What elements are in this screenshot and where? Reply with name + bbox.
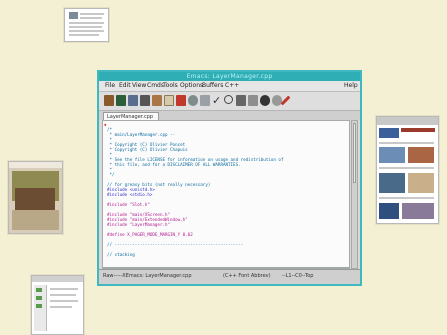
buffer-tab-bar: LayerManager.cpp [99, 111, 360, 120]
window-title: Emacs: LayerManager.cpp [186, 73, 273, 80]
code-line: * Copyright (C) Olivier Chapuis [107, 147, 188, 152]
window-thumbnail-photo[interactable] [8, 161, 63, 234]
undo-icon[interactable] [188, 95, 198, 106]
code-line: // -------------------------------------… [107, 242, 244, 247]
menu-cpp[interactable]: C++ [225, 81, 239, 91]
menu-view[interactable]: View [132, 81, 146, 91]
search-icon[interactable]: ✓ [212, 95, 222, 106]
menu-cmds[interactable]: Cmds [147, 81, 164, 91]
open-icon[interactable] [104, 95, 114, 106]
code-line: */ [107, 172, 115, 177]
thumbnail-image [69, 12, 78, 19]
spell-icon[interactable] [200, 95, 210, 106]
replace-icon[interactable] [224, 95, 233, 104]
buffer-tab-layermanager[interactable]: LayerManager.cpp [103, 112, 159, 120]
save-icon[interactable] [128, 95, 138, 106]
menu-bar: File Edit View Cmds Tools Options Buffer… [99, 81, 360, 92]
code-line: #define X_PAGER_MODE_MARGIN_Y 0.02 [107, 232, 193, 237]
code-line: #include <stdio.h> [107, 192, 153, 197]
news-icon[interactable] [272, 95, 282, 106]
code-line: // stacking [107, 252, 135, 257]
mail-icon[interactable] [280, 95, 291, 106]
window-thumbnail-browser[interactable] [376, 116, 439, 224]
code-editor[interactable]: ◆ /* * main/LayerManager.cpp -- * * Copy… [102, 120, 350, 269]
code-line: * main/LayerManager.cpp -- [107, 132, 176, 137]
toolbar: ✓ [99, 92, 360, 111]
mode-line-position: --L1--C0--Top [282, 273, 314, 279]
emacs-window[interactable]: Emacs: LayerManager.cpp File Edit View C… [97, 70, 362, 286]
code-line: #include "LayerManager.h" [107, 222, 171, 227]
code-line: * this file, and for a DISCLAIMER OF ALL… [107, 162, 241, 167]
divider [102, 267, 350, 268]
thumbnail-toolbar [377, 117, 438, 125]
menu-edit[interactable]: Edit [119, 81, 131, 91]
menu-file[interactable]: File [105, 81, 115, 91]
compile-icon[interactable] [248, 95, 258, 106]
scrollbar-thumb[interactable] [353, 123, 356, 183]
copy-icon[interactable] [164, 95, 174, 106]
print-icon[interactable] [140, 95, 150, 106]
debug-icon[interactable] [260, 95, 270, 106]
mode-line-buffer: Raw-----XEmacs: LayerManager.cpp [103, 273, 192, 279]
window-thumbnail-document[interactable] [64, 8, 109, 42]
window-thumbnail-file-manager[interactable] [31, 275, 84, 335]
menu-tools[interactable]: Tools [163, 81, 178, 91]
mode-line-modes: (C++ Font Abbrev) [223, 273, 271, 279]
title-bar[interactable]: Emacs: LayerManager.cpp [99, 72, 360, 81]
menu-options[interactable]: Options [180, 81, 203, 91]
info-icon[interactable] [236, 95, 246, 106]
menu-help[interactable]: Help [344, 81, 358, 91]
menu-buffers[interactable]: Buffers [202, 81, 223, 91]
paste-icon[interactable] [176, 95, 186, 106]
code-line: #include "Slot.h" [107, 202, 150, 207]
dired-icon[interactable] [116, 95, 126, 106]
cut-icon[interactable] [152, 95, 162, 106]
mode-line: Raw-----XEmacs: LayerManager.cpp (C++ Fo… [99, 269, 360, 284]
vertical-scrollbar[interactable] [351, 120, 358, 269]
